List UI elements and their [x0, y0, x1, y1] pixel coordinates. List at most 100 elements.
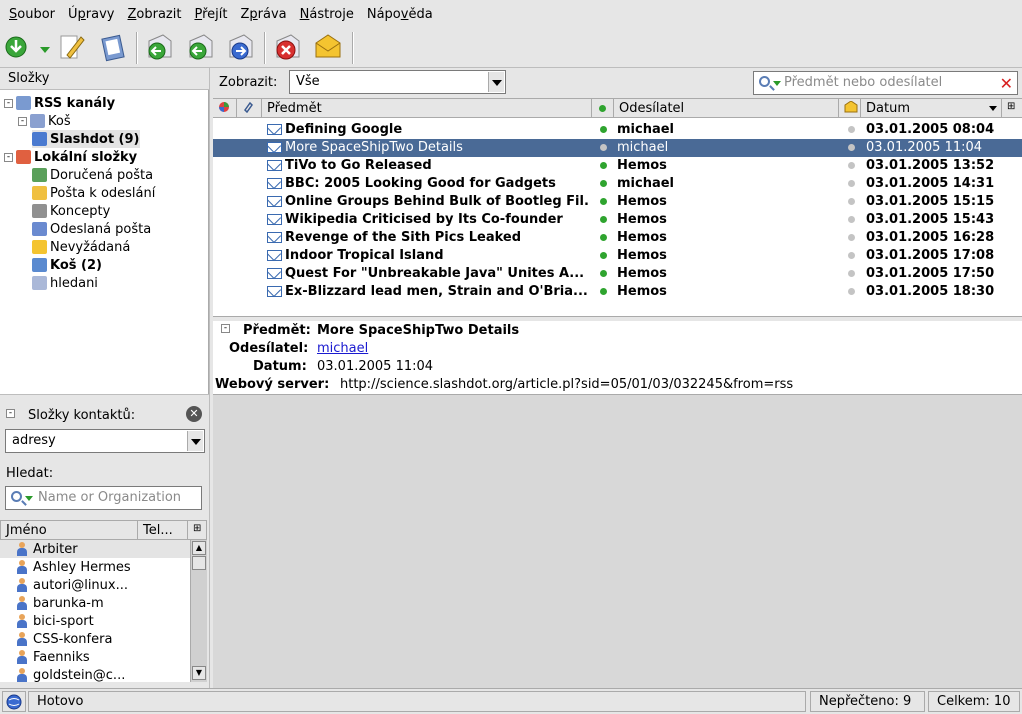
- message-row[interactable]: Quest For "Unbreakable Java" Unites A...…: [213, 265, 1022, 283]
- chevron-down-icon[interactable]: [40, 44, 50, 59]
- folder-item[interactable]: Pošta k odeslání: [32, 184, 155, 202]
- scroll-down-icon[interactable]: ▼: [192, 666, 206, 680]
- compose-icon[interactable]: [57, 31, 89, 63]
- message-search-input[interactable]: Předmět nebo odesílatel ✕: [753, 71, 1018, 95]
- contact-item[interactable]: CSS-konfera: [0, 630, 190, 648]
- folder-icon: [32, 276, 47, 290]
- read-status-icon[interactable]: [600, 216, 607, 223]
- reply-icon[interactable]: [143, 31, 175, 63]
- reply-all-icon[interactable]: [184, 31, 216, 63]
- junk-status-icon[interactable]: [848, 198, 855, 205]
- col-sender[interactable]: Odesílatel: [614, 99, 839, 118]
- menu-6[interactable]: Nápověda: [362, 7, 441, 22]
- collapse-header-icon[interactable]: -: [221, 324, 233, 333]
- collapse-contacts-icon[interactable]: -: [6, 409, 18, 418]
- junk-status-icon[interactable]: [848, 288, 855, 295]
- attachment-column-icon[interactable]: [237, 99, 262, 118]
- collapse-icon[interactable]: -: [18, 116, 27, 126]
- preview-sender-link[interactable]: michael: [317, 341, 368, 359]
- clear-search-icon[interactable]: ✕: [1000, 74, 1013, 93]
- message-row[interactable]: TiVo to Go Released Hemos 03.01.2005 13:52: [213, 157, 1022, 175]
- message-row[interactable]: BBC: 2005 Looking Good for Gadgets michae…: [213, 175, 1022, 193]
- address-book-icon[interactable]: [98, 31, 130, 63]
- folder-item[interactable]: Koncepty: [32, 202, 110, 220]
- contact-item[interactable]: bici-sport: [0, 612, 190, 630]
- folder-item[interactable]: Doručená pošta: [32, 166, 153, 184]
- message-row[interactable]: Indoor Tropical Island Hemos 03.01.2005 17…: [213, 247, 1022, 265]
- collapse-icon[interactable]: -: [4, 98, 13, 108]
- menu-4[interactable]: Zpráva: [235, 7, 294, 22]
- junk-status-icon[interactable]: [848, 270, 855, 277]
- folder-item[interactable]: Odeslaná pošta: [32, 220, 151, 238]
- preview-web-url[interactable]: http://science.slashdot.org/article.pl?s…: [340, 377, 793, 395]
- message-row[interactable]: More SpaceShipTwo Details michael 03.01.20…: [213, 139, 1022, 157]
- message-row[interactable]: Ex-Blizzard lead men, Strain and O'Bria.…: [213, 283, 1022, 301]
- message-date: 03.01.2005 08:04: [866, 122, 995, 137]
- read-status-icon[interactable]: [600, 288, 607, 295]
- folder-item[interactable]: hledani: [32, 274, 98, 292]
- read-status-icon[interactable]: [600, 180, 607, 187]
- contacts-search-input[interactable]: Name or Organization: [5, 486, 202, 510]
- read-status-icon[interactable]: [600, 198, 607, 205]
- folder-item[interactable]: - Lokální složky: [4, 148, 137, 166]
- message-row[interactable]: Defining Google michael 03.01.2005 08:04: [213, 121, 1022, 139]
- menu-2[interactable]: Zobrazit: [123, 7, 190, 22]
- contact-item[interactable]: Arbiter: [0, 540, 190, 558]
- menu-3[interactable]: Přejít: [189, 7, 235, 22]
- online-status-icon[interactable]: [2, 691, 26, 712]
- thread-column-icon[interactable]: [213, 99, 237, 118]
- menu-5[interactable]: Nástroje: [295, 7, 362, 22]
- message-row[interactable]: Online Groups Behind Bulk of Bootleg Fil…: [213, 193, 1022, 211]
- read-status-icon[interactable]: [600, 270, 607, 277]
- delete-icon[interactable]: [271, 31, 303, 63]
- junk-icon[interactable]: [312, 31, 344, 63]
- address-book-select[interactable]: adresy: [5, 429, 205, 453]
- message-row[interactable]: Revenge of the Sith Pics Leaked Hemos 03.0…: [213, 229, 1022, 247]
- menu-0[interactable]: Soubor: [4, 7, 63, 22]
- folder-label: Doručená pošta: [50, 167, 154, 183]
- menu-1[interactable]: Úpravy: [63, 7, 122, 22]
- message-subject: Indoor Tropical Island: [285, 248, 444, 263]
- message-row[interactable]: Wikipedia Criticised by Its Co-founder He…: [213, 211, 1022, 229]
- folder-item[interactable]: - RSS kanály: [4, 94, 115, 112]
- junk-column-icon[interactable]: [839, 99, 861, 118]
- contacts-scrollbar[interactable]: ▲ ▼: [190, 540, 207, 682]
- folder-item[interactable]: Slashdot (9): [32, 130, 140, 148]
- folder-item[interactable]: Koš (2): [32, 256, 102, 274]
- close-contacts-icon[interactable]: ✕: [186, 406, 202, 422]
- column-picker-icon[interactable]: ⊞: [188, 521, 207, 540]
- read-status-icon[interactable]: [600, 234, 607, 241]
- col-name[interactable]: Jméno: [1, 521, 138, 540]
- filter-select[interactable]: Vše: [289, 70, 506, 94]
- junk-status-icon[interactable]: [848, 234, 855, 241]
- get-mail-icon[interactable]: [3, 31, 35, 63]
- contact-item[interactable]: Ashley Hermes: [0, 558, 190, 576]
- column-picker-icon[interactable]: ⊞: [1002, 99, 1022, 118]
- read-status-icon[interactable]: [600, 162, 607, 169]
- col-tel[interactable]: Tel...: [138, 521, 188, 540]
- col-subject[interactable]: Předmět: [262, 99, 592, 118]
- collapse-icon[interactable]: -: [4, 152, 13, 162]
- junk-status-icon[interactable]: [848, 144, 855, 151]
- junk-status-icon[interactable]: [848, 216, 855, 223]
- chevron-down-icon[interactable]: [488, 72, 504, 92]
- contact-item[interactable]: autori@linux...: [0, 576, 190, 594]
- chevron-down-icon[interactable]: [187, 431, 203, 451]
- junk-status-icon[interactable]: [848, 162, 855, 169]
- contact-item[interactable]: Faenniks: [0, 648, 190, 666]
- junk-status-icon[interactable]: [848, 252, 855, 259]
- folder-item[interactable]: - Koš: [18, 112, 71, 130]
- read-status-icon[interactable]: [600, 126, 607, 133]
- read-status-icon[interactable]: [600, 144, 607, 151]
- junk-status-icon[interactable]: [848, 180, 855, 187]
- read-status-icon[interactable]: [600, 252, 607, 259]
- folder-item[interactable]: Nevyžádaná: [32, 238, 130, 256]
- read-column-icon[interactable]: [592, 99, 614, 118]
- junk-status-icon[interactable]: [848, 126, 855, 133]
- forward-icon[interactable]: [224, 31, 256, 63]
- contact-item[interactable]: barunka-m: [0, 594, 190, 612]
- scroll-up-icon[interactable]: ▲: [192, 541, 206, 555]
- col-date[interactable]: Datum: [861, 99, 1002, 118]
- scroll-thumb[interactable]: [192, 556, 206, 570]
- contact-item[interactable]: goldstein@c...: [0, 666, 190, 682]
